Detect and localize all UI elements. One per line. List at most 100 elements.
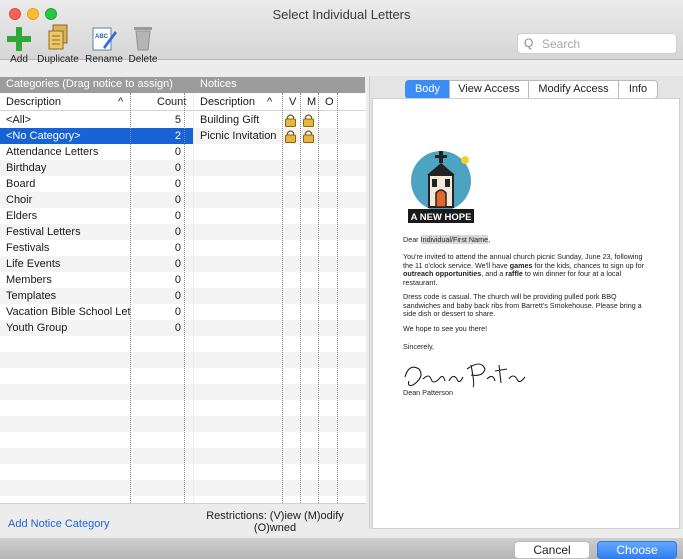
empty-row (194, 336, 366, 352)
tab-body[interactable]: Body (405, 80, 450, 99)
category-row[interactable]: Festivals 0 (0, 240, 193, 256)
empty-row (194, 256, 366, 272)
category-count: 0 (174, 146, 181, 158)
empty-row (0, 480, 193, 496)
column-divider[interactable] (300, 93, 301, 503)
empty-row (194, 208, 366, 224)
cancel-button[interactable]: Cancel (514, 541, 590, 559)
notices-header: Notices (200, 78, 237, 90)
rename-icon: ABC (85, 24, 123, 51)
merge-field: Individual/First Name (420, 235, 489, 244)
category-row[interactable]: Festival Letters 0 (0, 224, 193, 240)
col-count-header[interactable]: Count (157, 96, 186, 108)
col-view-header[interactable]: V (289, 96, 296, 108)
p1-bold-raffle: raffle (505, 269, 523, 279)
modify-lock-icon[interactable] (303, 113, 314, 127)
col-modify-header[interactable]: M (307, 96, 316, 108)
empty-row (194, 416, 366, 432)
column-divider[interactable] (184, 93, 185, 503)
col-description-header[interactable]: Description (6, 96, 61, 108)
category-description: Elders (6, 210, 38, 222)
p1-text-e: , and a (481, 269, 506, 279)
letter-closing: Sincerely, (403, 342, 435, 351)
empty-row (194, 288, 366, 304)
category-row[interactable]: Youth Group 0 (0, 320, 193, 336)
select-letters-window: Select Individual Letters Add Duplicate … (0, 0, 683, 559)
empty-row (194, 144, 366, 160)
delete-button[interactable]: Delete (126, 24, 160, 65)
tab-view-access[interactable]: View Access (449, 80, 529, 99)
restrictions-line-2: (O)wned (253, 522, 297, 534)
view-lock-icon[interactable] (285, 113, 296, 127)
modify-lock-icon[interactable] (303, 129, 314, 143)
church-icon: A NEW HOPE (408, 151, 474, 223)
pane-headers: Categories (Drag notice to assign) Notic… (0, 77, 365, 93)
column-divider[interactable] (282, 93, 283, 503)
preview-pane: Body View Access Modify Access Info A NE… (369, 76, 683, 529)
letter-paragraph-1: You're invited to attend the annual chur… (403, 252, 653, 287)
bottom-bar: Add Notice Category Restrictions: (V)iew… (0, 503, 366, 538)
column-divider[interactable] (318, 93, 319, 503)
empty-row (0, 416, 193, 432)
category-count: 0 (174, 210, 181, 222)
choose-button[interactable]: Choose (597, 541, 677, 559)
category-count: 0 (174, 274, 181, 286)
letter-signer: Dean Patterson (403, 388, 453, 397)
duplicate-button[interactable]: Duplicate (33, 24, 83, 65)
empty-row (194, 240, 366, 256)
notice-description: Building Gift (200, 114, 260, 126)
column-divider[interactable] (130, 93, 131, 503)
category-row[interactable]: Board 0 (0, 176, 193, 192)
category-description: <All> (6, 114, 32, 126)
greeting-suffix: , (488, 235, 491, 244)
restrictions-legend: Restrictions: (V)iew (M)odify (O)wned (200, 510, 350, 534)
category-description: Festival Letters (6, 226, 81, 238)
category-description: Templates (6, 290, 57, 302)
empty-row (0, 432, 193, 448)
empty-row (194, 432, 366, 448)
category-row[interactable]: Members 0 (0, 272, 193, 288)
col-owned-header[interactable]: O (325, 96, 334, 108)
empty-row (194, 384, 366, 400)
logo-text: A NEW HOPE (411, 212, 472, 223)
empty-row (194, 192, 366, 208)
category-row[interactable]: <All> 5 (0, 112, 193, 128)
rename-button[interactable]: ABC Rename (85, 24, 123, 65)
church-logo: A NEW HOPE (403, 149, 479, 225)
tab-info[interactable]: Info (618, 80, 658, 99)
category-row[interactable]: Attendance Letters 0 (0, 144, 193, 160)
category-description: Members (6, 274, 52, 286)
empty-row (0, 464, 193, 480)
delete-label: Delete (128, 54, 158, 65)
category-count: 2 (174, 130, 181, 142)
category-count: 0 (174, 226, 181, 238)
svg-text:ABC: ABC (95, 34, 109, 40)
category-row[interactable]: Elders 0 (0, 208, 193, 224)
categories-column-header: Description ^ Count (0, 93, 193, 111)
notice-col-description-header[interactable]: Description (200, 96, 255, 108)
category-count: 0 (174, 194, 181, 206)
search-input[interactable]: Q Search (517, 33, 677, 54)
tab-modify-access[interactable]: Modify Access (528, 80, 619, 99)
add-button[interactable]: Add (6, 24, 32, 65)
category-row[interactable]: Birthday 0 (0, 160, 193, 176)
notice-description: Picnic Invitation (200, 130, 277, 142)
category-row[interactable]: Templates 0 (0, 288, 193, 304)
notice-row[interactable]: Building Gift (194, 112, 366, 128)
add-notice-category-link[interactable]: Add Notice Category (8, 518, 110, 530)
view-lock-icon[interactable] (285, 129, 296, 143)
category-row[interactable]: Vacation Bible School Let 0 (0, 304, 193, 320)
letter-paragraph-3: We hope to see you there! (403, 324, 488, 333)
notice-row[interactable]: Picnic Invitation (194, 128, 366, 144)
sort-ascending-icon: ^ (118, 96, 124, 108)
add-label: Add (10, 54, 28, 65)
category-row[interactable]: <No Category> 2 (0, 128, 193, 144)
notices-table: Description ^ V M O Building Gift Picnic … (194, 93, 366, 503)
category-row[interactable]: Choir 0 (0, 192, 193, 208)
category-description: Attendance Letters (6, 146, 99, 158)
empty-row (0, 400, 193, 416)
category-count: 5 (174, 114, 181, 126)
column-divider[interactable] (337, 93, 338, 503)
category-row[interactable]: Life Events 0 (0, 256, 193, 272)
window-title: Select Individual Letters (272, 7, 411, 22)
